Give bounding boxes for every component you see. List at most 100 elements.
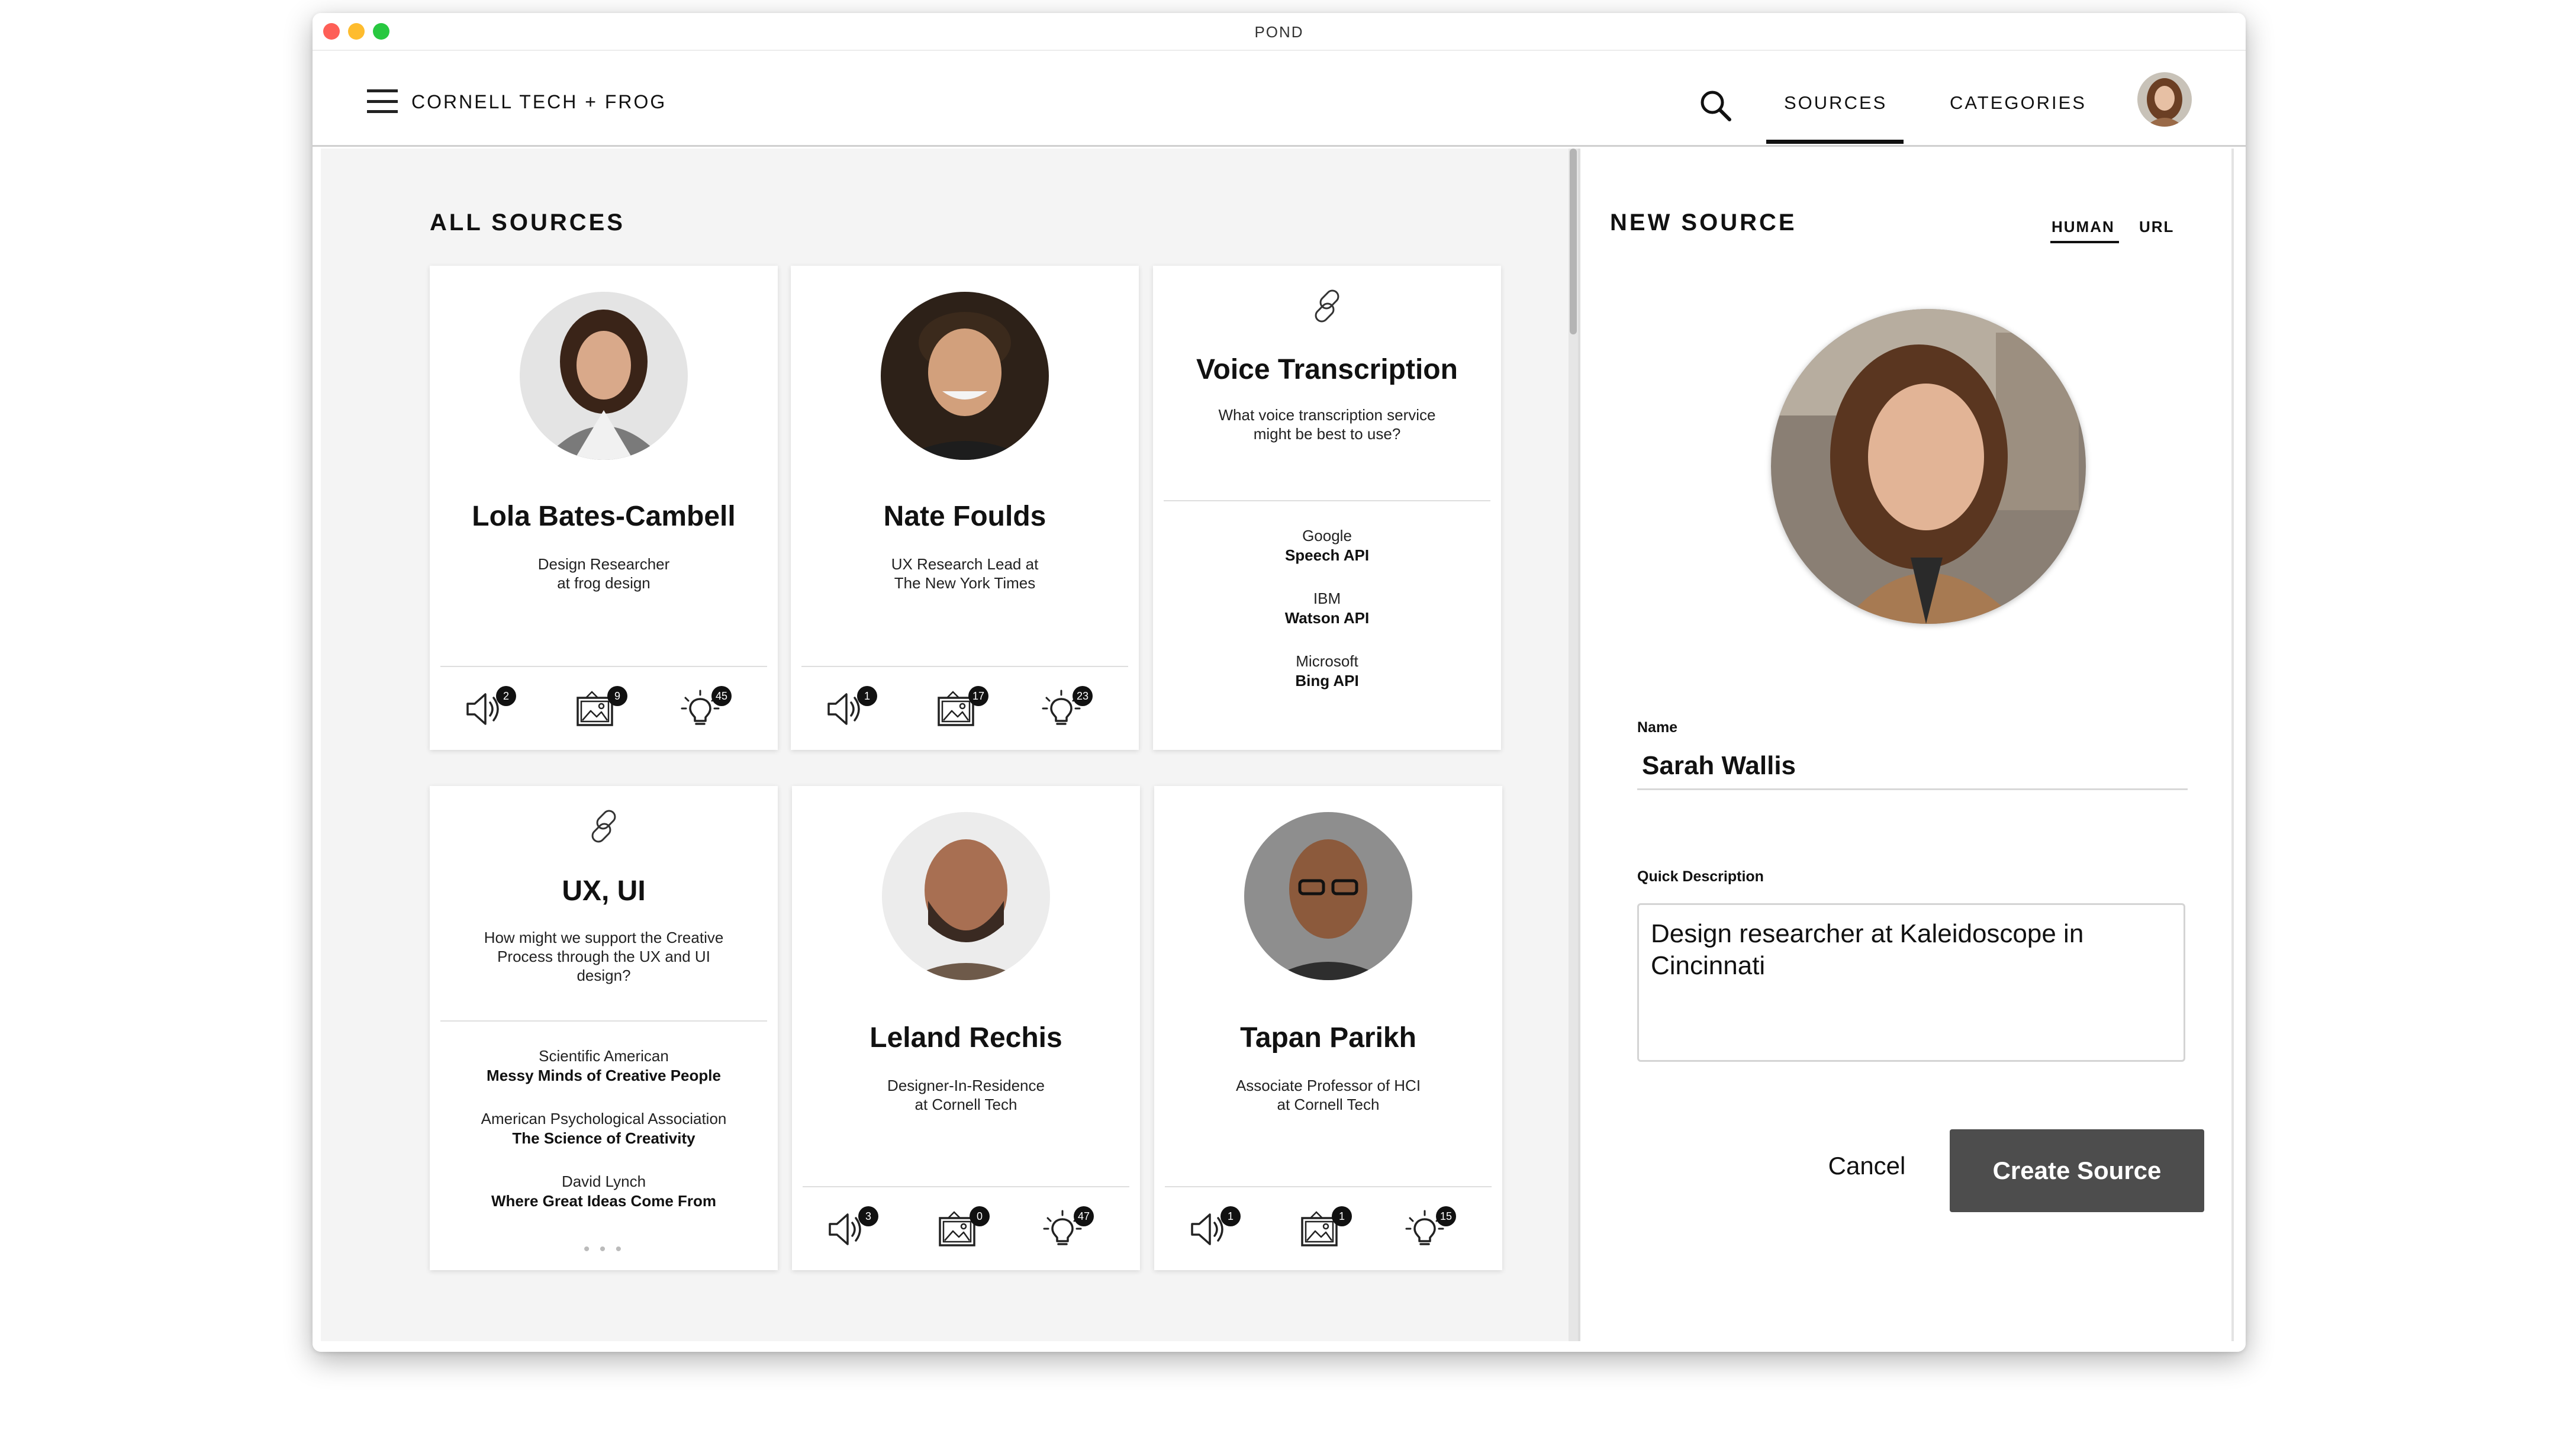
reference-item[interactable]: Google Speech API bbox=[1165, 526, 1489, 565]
description-line: Design Researcher bbox=[537, 555, 670, 573]
description-line: The New York Times bbox=[894, 574, 1036, 592]
reference-list: Google Speech API IBM Watson API Microso… bbox=[1165, 526, 1489, 714]
reference-source: Microsoft bbox=[1296, 652, 1358, 670]
question-line: might be best to use? bbox=[1253, 425, 1401, 443]
description-line: at frog design bbox=[557, 574, 650, 592]
audio-stat[interactable]: 1 bbox=[825, 686, 880, 729]
reference-item[interactable]: Scientific American Messy Minds of Creat… bbox=[442, 1046, 766, 1085]
reference-item[interactable]: David Lynch Where Great Ideas Come From bbox=[442, 1172, 766, 1211]
ideas-stat[interactable]: 45 bbox=[679, 686, 734, 729]
card-divider bbox=[440, 666, 767, 667]
audio-stat[interactable]: 3 bbox=[826, 1206, 881, 1249]
scrollbar-thumb[interactable] bbox=[1570, 149, 1577, 334]
person-description: UX Research Lead at The New York Times bbox=[814, 555, 1115, 592]
nav-tab-sources[interactable]: SOURCES bbox=[1784, 92, 1887, 114]
audio-count-badge: 1 bbox=[857, 686, 877, 706]
more-indicator[interactable]: • • • bbox=[430, 1239, 778, 1259]
all-sources-panel: ALL SOURCES Lola Bates-Cambell Design Re… bbox=[321, 149, 1569, 1341]
ideas-stat[interactable]: 23 bbox=[1041, 686, 1095, 729]
nav-tab-categories[interactable]: CATEGORIES bbox=[1950, 92, 2086, 114]
tab-human[interactable]: HUMAN bbox=[2052, 218, 2115, 236]
avatar bbox=[881, 292, 1049, 460]
tab-active-indicator bbox=[2050, 241, 2119, 243]
ideas-stat[interactable]: 15 bbox=[1404, 1206, 1458, 1249]
name-field[interactable]: Sarah Wallis bbox=[1637, 751, 2188, 790]
question-line: Process through the UX and UI bbox=[497, 948, 710, 965]
window-titlebar: POND bbox=[313, 13, 2246, 51]
quick-description-field[interactable]: Design researcher at Kaleidoscope in Cin… bbox=[1637, 903, 2185, 1062]
user-avatar[interactable] bbox=[2137, 72, 2192, 127]
card-divider bbox=[801, 666, 1128, 667]
cancel-button[interactable]: Cancel bbox=[1808, 1147, 1926, 1185]
reference-source: American Psychological Association bbox=[481, 1110, 727, 1128]
images-count-badge: 17 bbox=[968, 686, 988, 706]
new-source-title: NEW SOURCE bbox=[1610, 210, 1797, 236]
card-divider bbox=[1164, 500, 1490, 501]
question-line: design? bbox=[577, 967, 631, 984]
description-line: Designer-In-Residence bbox=[887, 1077, 1045, 1094]
source-card-topic[interactable]: Voice Transcription What voice transcrip… bbox=[1153, 266, 1501, 750]
avatar bbox=[520, 292, 688, 460]
images-stat[interactable]: 9 bbox=[575, 686, 630, 729]
person-name: Nate Foulds bbox=[883, 501, 1046, 532]
topic-title: Voice Transcription bbox=[1196, 354, 1458, 385]
reference-title: Bing API bbox=[1295, 672, 1359, 690]
card-divider bbox=[1165, 1186, 1492, 1187]
search-icon[interactable] bbox=[1698, 88, 1733, 123]
audio-count-badge: 3 bbox=[858, 1206, 878, 1226]
source-card-person[interactable]: Leland Rechis Designer-In-Residence at C… bbox=[792, 786, 1140, 1270]
images-stat[interactable]: 1 bbox=[1300, 1206, 1354, 1249]
topic-question: What voice transcription service might b… bbox=[1189, 405, 1466, 443]
reference-title: Where Great Ideas Come From bbox=[491, 1192, 716, 1210]
app-window: POND CORNELL TECH + FROG SOURCES CATEGOR… bbox=[313, 13, 2246, 1352]
link-icon bbox=[585, 807, 623, 845]
quick-description-label: Quick Description bbox=[1637, 868, 1764, 885]
reference-source: Scientific American bbox=[539, 1047, 669, 1065]
reference-title: The Science of Creativity bbox=[512, 1129, 695, 1147]
name-label: Name bbox=[1637, 719, 1678, 736]
reference-source: Google bbox=[1302, 527, 1352, 545]
reference-title: Speech API bbox=[1284, 546, 1370, 564]
ideas-stat[interactable]: 47 bbox=[1042, 1206, 1096, 1249]
images-stat[interactable]: 17 bbox=[936, 686, 991, 729]
audio-stat[interactable]: 1 bbox=[1189, 1206, 1243, 1249]
person-description: Design Researcher at frog design bbox=[453, 555, 754, 592]
top-navbar: CORNELL TECH + FROG SOURCES CATEGORIES bbox=[313, 51, 2246, 147]
window-title: POND bbox=[1254, 23, 1304, 41]
hamburger-menu-icon[interactable] bbox=[367, 89, 398, 113]
audio-count-badge: 2 bbox=[496, 686, 516, 706]
avatar bbox=[1244, 812, 1412, 980]
source-card-person[interactable]: Tapan Parikh Associate Professor of HCI … bbox=[1154, 786, 1502, 1270]
card-divider bbox=[803, 1186, 1129, 1187]
ideas-count-badge: 15 bbox=[1436, 1206, 1456, 1226]
tab-url[interactable]: URL bbox=[2139, 218, 2174, 236]
person-name: Leland Rechis bbox=[869, 1022, 1062, 1054]
topic-title: UX, UI bbox=[562, 875, 646, 907]
description-line: at Cornell Tech bbox=[914, 1096, 1017, 1113]
brand-name: CORNELL TECH + FROG bbox=[411, 91, 667, 112]
source-card-person[interactable]: Nate Foulds UX Research Lead at The New … bbox=[791, 266, 1139, 750]
card-divider bbox=[440, 1020, 767, 1022]
reference-source: David Lynch bbox=[561, 1172, 646, 1190]
images-count-badge: 9 bbox=[607, 686, 627, 706]
reference-item[interactable]: IBM Watson API bbox=[1165, 589, 1489, 628]
source-card-person[interactable]: Lola Bates-Cambell Design Researcher at … bbox=[430, 266, 778, 750]
images-stat[interactable]: 0 bbox=[938, 1206, 992, 1249]
reference-list: Scientific American Messy Minds of Creat… bbox=[442, 1046, 766, 1235]
audio-count-badge: 1 bbox=[1220, 1206, 1241, 1226]
images-count-badge: 1 bbox=[1332, 1206, 1352, 1226]
images-count-badge: 0 bbox=[970, 1206, 990, 1226]
reference-item[interactable]: American Psychological Association The S… bbox=[442, 1109, 766, 1148]
window-bottom-edge bbox=[313, 1341, 2246, 1352]
source-photo[interactable] bbox=[1771, 309, 2086, 624]
reference-title: Watson API bbox=[1284, 609, 1370, 627]
topic-question: How might we support the Creative Proces… bbox=[465, 928, 742, 985]
create-source-button[interactable]: Create Source bbox=[1950, 1129, 2204, 1212]
description-line: UX Research Lead at bbox=[891, 555, 1039, 573]
audio-stat[interactable]: 2 bbox=[464, 686, 519, 729]
reference-item[interactable]: Microsoft Bing API bbox=[1165, 652, 1489, 691]
link-icon bbox=[1308, 287, 1346, 325]
source-card-topic[interactable]: UX, UI How might we support the Creative… bbox=[430, 786, 778, 1270]
ideas-count-badge: 47 bbox=[1074, 1206, 1094, 1226]
person-description: Designer-In-Residence at Cornell Tech bbox=[816, 1076, 1116, 1114]
